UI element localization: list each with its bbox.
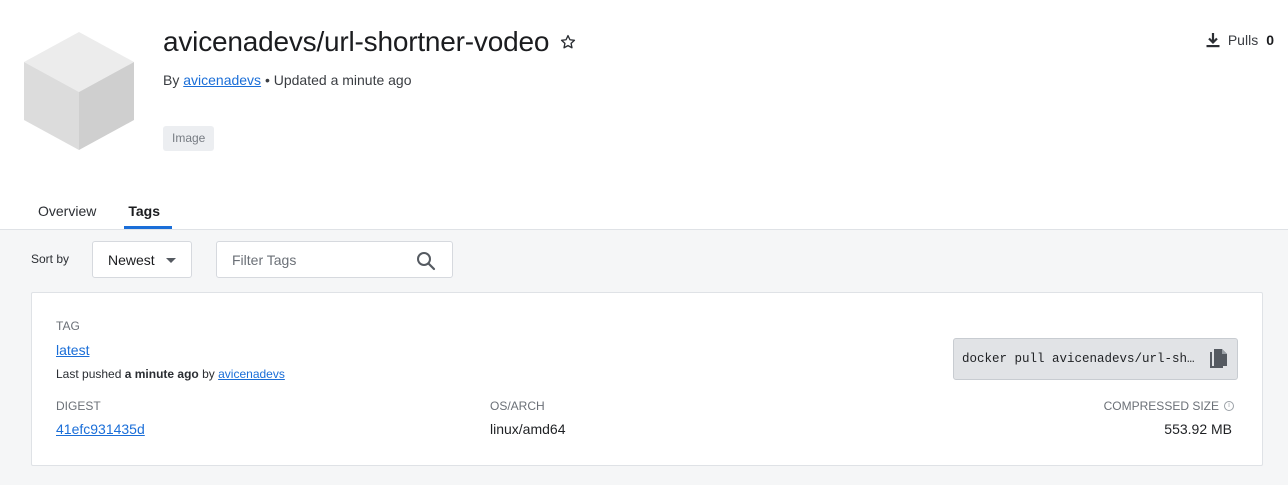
image-badge: Image [163,126,215,151]
compressed-size-value: 553.92 MB [1164,421,1232,437]
tag-header: TAG [56,319,80,333]
copy-icon[interactable] [1208,348,1228,370]
tags-content: Sort by Newest TAG latest Last pushed a … [0,230,1288,485]
pushed-by-link[interactable]: avicenadevs [218,367,285,381]
pulls-counter: Pulls 0 [1206,32,1274,48]
tag-name-link[interactable]: latest [56,342,89,358]
pushed-by-prefix: by [202,367,215,381]
sort-label: Sort by [31,252,70,266]
by-prefix: By [163,72,180,88]
filter-tags-field [216,241,453,278]
download-icon [1206,33,1220,48]
tag-card: TAG latest Last pushed a minute ago by a… [31,292,1263,466]
search-icon[interactable] [416,251,436,271]
pushed-prefix: Last pushed [56,367,122,381]
compressed-size-header: COMPRESSED SIZE i [1104,399,1234,413]
tab-overview[interactable]: Overview [26,196,108,230]
os-arch-header: OS/ARCH [490,399,545,413]
updated-text: • Updated a minute ago [264,72,412,88]
filter-tags-input[interactable] [217,251,407,268]
star-outline-icon[interactable] [559,33,577,51]
sort-dropdown[interactable]: Newest [92,241,192,278]
cube-icon [24,32,134,150]
pull-command: docker pull avicenadevs/url-shortner-vod… [962,352,1200,366]
repo-title: avicenadevs/url-shortner-vodeo [163,26,550,57]
os-arch-value: linux/amd64 [490,421,566,437]
chevron-down-icon [166,258,176,263]
digest-header: DIGEST [56,399,101,413]
info-icon[interactable]: i [1224,401,1234,411]
pushed-when: a minute ago [124,367,199,381]
pulls-count: 0 [1266,32,1274,48]
digest-link[interactable]: 41efc931435d [56,421,145,437]
repo-header: avicenadevs/url-shortner-vodeo By avicen… [0,0,1288,230]
sort-value: Newest [108,251,155,268]
pull-command-box: docker pull avicenadevs/url-shortner-vod… [953,338,1238,380]
last-pushed: Last pushed a minute ago by avicenadevs [56,367,285,381]
tab-bar: Overview Tags [26,196,180,230]
compressed-size-label: COMPRESSED SIZE [1103,399,1219,413]
title-row: avicenadevs/url-shortner-vodeo [163,26,577,58]
pulls-label: Pulls [1227,32,1259,48]
byline: By avicenadevs • Updated a minute ago [163,72,412,88]
author-link[interactable]: avicenadevs [183,72,261,88]
tab-tags[interactable]: Tags [116,196,172,230]
